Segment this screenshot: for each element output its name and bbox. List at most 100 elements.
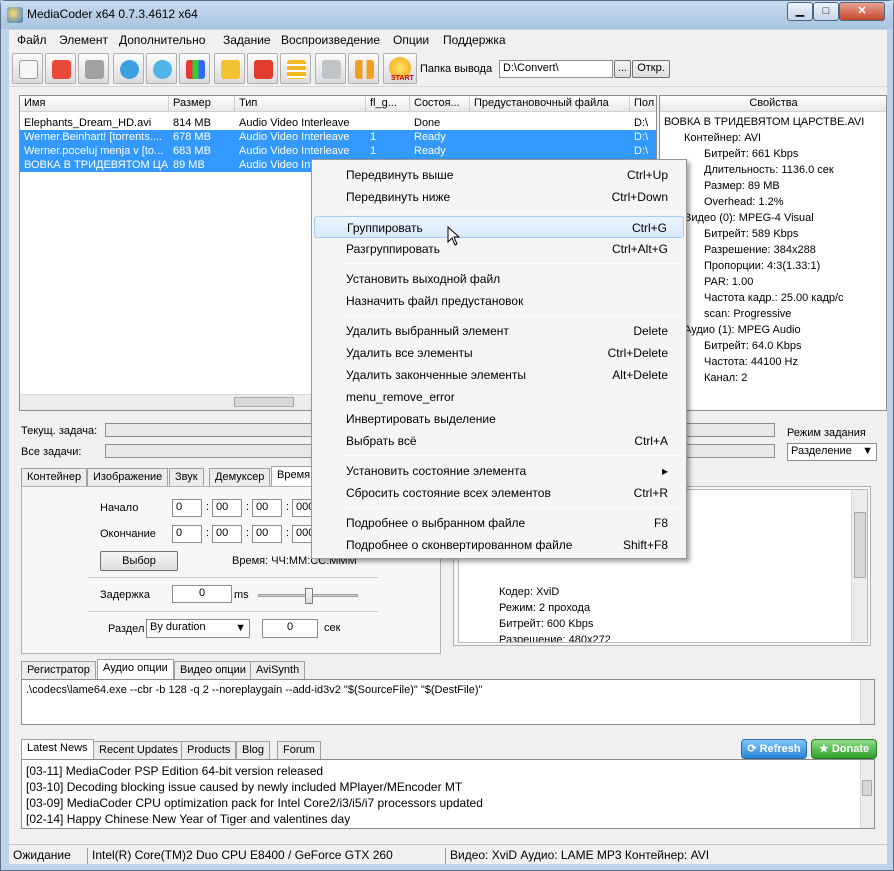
- context-menu-item[interactable]: Установить выходной файл: [314, 268, 684, 290]
- table-row[interactable]: Werner.Beinhart! [torrents.... 678 MB Audi…: [20, 130, 656, 144]
- property-item[interactable]: Контейнер: AVI: [684, 132, 761, 144]
- minimize-button[interactable]: ▁: [787, 2, 813, 21]
- property-item[interactable]: Битрейт: 64.0 Kbps: [704, 340, 801, 352]
- property-item[interactable]: Длительность: 1136.0 сек: [704, 164, 834, 176]
- tab-products[interactable]: Products: [181, 741, 237, 759]
- column-type[interactable]: Тип: [235, 96, 366, 112]
- context-menu-item[interactable]: Передвинуть ниже Ctrl+Down: [314, 186, 684, 208]
- menu-task[interactable]: Задание: [223, 33, 271, 47]
- column-path[interactable]: Пол: [630, 96, 656, 112]
- end-hours-input[interactable]: 0: [172, 525, 202, 543]
- task-mode-select[interactable]: Разделение ▼: [787, 443, 877, 461]
- start-button[interactable]: START: [383, 53, 417, 84]
- list-button[interactable]: [280, 53, 311, 84]
- tab-audio-options[interactable]: Аудио опции: [97, 659, 174, 679]
- menu-advanced[interactable]: Дополнительно: [119, 33, 205, 47]
- setting-item[interactable]: Кодер: XviD: [499, 586, 559, 598]
- split-value-input[interactable]: 0: [262, 619, 318, 638]
- preview-button[interactable]: [146, 53, 177, 84]
- open-folder-button[interactable]: Откр.: [632, 60, 670, 78]
- setting-item[interactable]: Разрешение: 480x272: [499, 634, 611, 642]
- tab-avisynth[interactable]: AviSynth: [250, 661, 306, 679]
- end-minutes-input[interactable]: 00: [212, 525, 242, 543]
- table-row[interactable]: Werner.poceluj menja v [to... 683 MB Audio…: [20, 144, 656, 158]
- select-time-button[interactable]: Выбор: [100, 551, 178, 571]
- tab-video-options[interactable]: Видео опции: [174, 661, 252, 679]
- news-item[interactable]: [02-14] Happy Chinese New Year of Tiger …: [26, 812, 350, 826]
- tab-image[interactable]: Изображение: [87, 468, 169, 486]
- vscroll-thumb[interactable]: [854, 512, 866, 578]
- context-menu-item[interactable]: Подробнее о выбранном файле F8: [314, 512, 684, 534]
- title-bar[interactable]: MediaCoder x64 0.7.3.4612 x64 ▁ □ ✕: [1, 1, 893, 29]
- news-vscrollbar[interactable]: [860, 760, 874, 828]
- news-item[interactable]: [03-11] MediaCoder PSP Edition 64-bit ve…: [26, 764, 323, 778]
- property-item[interactable]: Overhead: 1.2%: [704, 196, 784, 208]
- property-item[interactable]: scan: Progressive: [704, 308, 791, 320]
- context-menu-item[interactable]: Сбросить состояние всех элементов Ctrl+R: [314, 482, 684, 504]
- property-item[interactable]: ВОВКА В ТРИДЕВЯТОМ ЦАРСТВЕ.AVI: [664, 116, 864, 128]
- close-button[interactable]: ✕: [839, 2, 885, 21]
- vscroll-thumb[interactable]: [862, 780, 872, 796]
- slider-thumb[interactable]: [305, 588, 313, 604]
- context-menu-item[interactable]: Удалить выбранный элемент Delete: [314, 320, 684, 342]
- property-item[interactable]: Пропорции: 4:3(1.33:1): [704, 260, 820, 272]
- news-item[interactable]: [03-09] MediaCoder CPU optimization pack…: [26, 796, 483, 810]
- end-seconds-input[interactable]: 00: [252, 525, 282, 543]
- context-menu-item[interactable]: Инвертировать выделение: [314, 408, 684, 430]
- menu-playback[interactable]: Воспроизведение: [281, 33, 380, 47]
- column-preset[interactable]: Предустановочный файла: [470, 96, 630, 112]
- column-state[interactable]: Состоя...: [410, 96, 470, 112]
- refresh-button[interactable]: ⟳ Refresh: [741, 739, 807, 759]
- delay-slider[interactable]: [258, 588, 358, 604]
- browse-button[interactable]: ...: [614, 60, 631, 78]
- context-menu-item[interactable]: Назначить файл предустановок: [314, 290, 684, 312]
- donate-button[interactable]: ★ Donate: [811, 739, 877, 759]
- menu-support[interactable]: Поддержка: [443, 33, 506, 47]
- property-item[interactable]: Битрейт: 589 Kbps: [704, 228, 798, 240]
- pause-button[interactable]: [348, 53, 379, 84]
- property-item[interactable]: PAR: 1.00: [704, 276, 753, 288]
- menu-file[interactable]: Файл: [17, 33, 47, 47]
- property-item[interactable]: Частота: 44100 Hz: [704, 356, 798, 368]
- puzzle-button[interactable]: [247, 53, 278, 84]
- trash-button[interactable]: [78, 53, 109, 84]
- command-line-box[interactable]: .\codecs\lame64.exe --cbr -b 128 -q 2 --…: [21, 679, 875, 725]
- property-item[interactable]: Частота кадр.: 25.00 кадр/с: [704, 292, 844, 304]
- add-file-button[interactable]: [12, 53, 43, 84]
- tab-forum[interactable]: Forum: [277, 741, 321, 759]
- context-menu-item[interactable]: Удалить законченные элементы Alt+Delete: [314, 364, 684, 386]
- start-minutes-input[interactable]: 00: [212, 499, 242, 517]
- tab-blog[interactable]: Blog: [236, 741, 271, 759]
- property-item[interactable]: Аудио (1): MPEG Audio: [684, 324, 801, 336]
- setting-item[interactable]: Битрейт: 600 Kbps: [499, 618, 593, 630]
- remove-file-button[interactable]: [45, 53, 76, 84]
- split-mode-select[interactable]: By duration ▼: [146, 619, 250, 638]
- tab-latest-news[interactable]: Latest News: [21, 739, 94, 759]
- context-menu-item[interactable]: Разгруппировать Ctrl+Alt+G: [314, 238, 684, 260]
- property-item[interactable]: Разрешение: 384x288: [704, 244, 816, 256]
- hscroll-thumb[interactable]: [234, 397, 294, 407]
- command-vscrollbar[interactable]: [860, 680, 874, 724]
- context-menu-item[interactable]: Установить состояние элемента ▸: [314, 460, 684, 482]
- tab-container[interactable]: Контейнер: [21, 468, 88, 486]
- maximize-button[interactable]: □: [813, 2, 839, 21]
- news-list[interactable]: [03-11] MediaCoder PSP Edition 64-bit ve…: [21, 759, 875, 829]
- context-menu-item[interactable]: Удалить все элементы Ctrl+Delete: [314, 342, 684, 364]
- context-menu-item[interactable]: Выбрать всё Ctrl+A: [314, 430, 684, 452]
- news-item[interactable]: [03-10] Decoding blocking issue caused b…: [26, 780, 462, 794]
- column-name[interactable]: Имя: [20, 96, 169, 112]
- column-flag[interactable]: fl_g...: [366, 96, 410, 112]
- column-size[interactable]: Размер: [169, 96, 235, 112]
- settings-tree-vscrollbar[interactable]: [851, 490, 867, 642]
- context-menu-item[interactable]: Группировать Ctrl+G: [314, 216, 684, 238]
- play-button[interactable]: [113, 53, 144, 84]
- delay-input[interactable]: 0: [172, 585, 232, 603]
- tab-logger[interactable]: Регистратор: [21, 661, 96, 679]
- stats-button[interactable]: [179, 53, 210, 84]
- setting-item[interactable]: Режим: 2 прохода: [499, 602, 590, 614]
- wizard-button[interactable]: [214, 53, 245, 84]
- context-menu-item[interactable]: Подробнее о сконвертированном файле Shift…: [314, 534, 684, 556]
- property-item[interactable]: Битрейт: 661 Kbps: [704, 148, 798, 160]
- tab-demuxer[interactable]: Демуксер: [209, 468, 271, 486]
- tab-sound[interactable]: Звук: [169, 468, 204, 486]
